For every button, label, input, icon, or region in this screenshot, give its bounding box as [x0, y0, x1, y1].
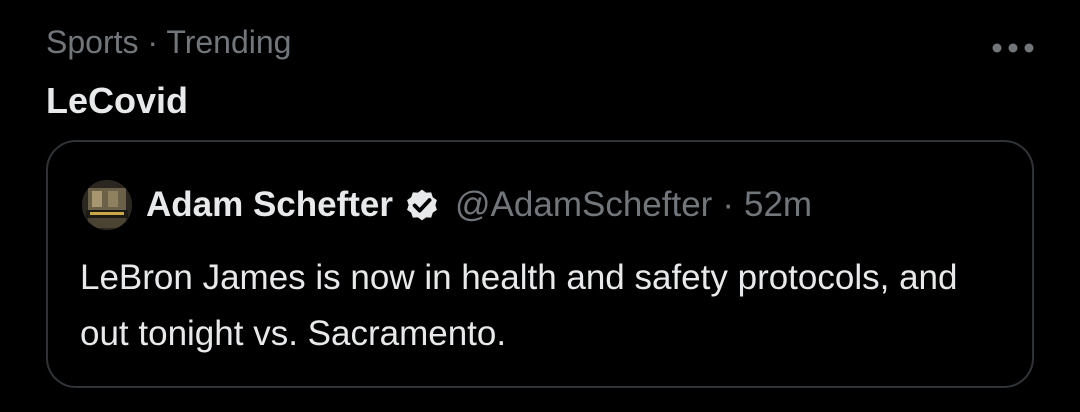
- tweet-header: Adam Schefter @AdamSchefter · 52m: [146, 180, 812, 230]
- more-horizontal-icon: [992, 43, 1034, 53]
- trend-context: Sports · Trending: [46, 24, 292, 60]
- verified-badge-icon: [401, 184, 443, 226]
- trend-topic: LeCovid: [46, 80, 189, 121]
- more-options-button[interactable]: [985, 30, 1041, 66]
- author-handle[interactable]: @AdamSchefter: [455, 185, 712, 225]
- avatar[interactable]: [82, 180, 132, 230]
- tweet-timestamp[interactable]: 52m: [744, 185, 812, 225]
- tweet-text: LeBron James is now in health and safety…: [80, 258, 958, 353]
- author-name[interactable]: Adam Schefter: [146, 185, 393, 225]
- quoted-tweet-card[interactable]: Adam Schefter @AdamSchefter · 52m LeBron…: [46, 140, 1034, 388]
- trend-item[interactable]: Sports · Trending LeCovid Adam Schefter: [0, 0, 1080, 412]
- header-separator: ·: [722, 185, 734, 224]
